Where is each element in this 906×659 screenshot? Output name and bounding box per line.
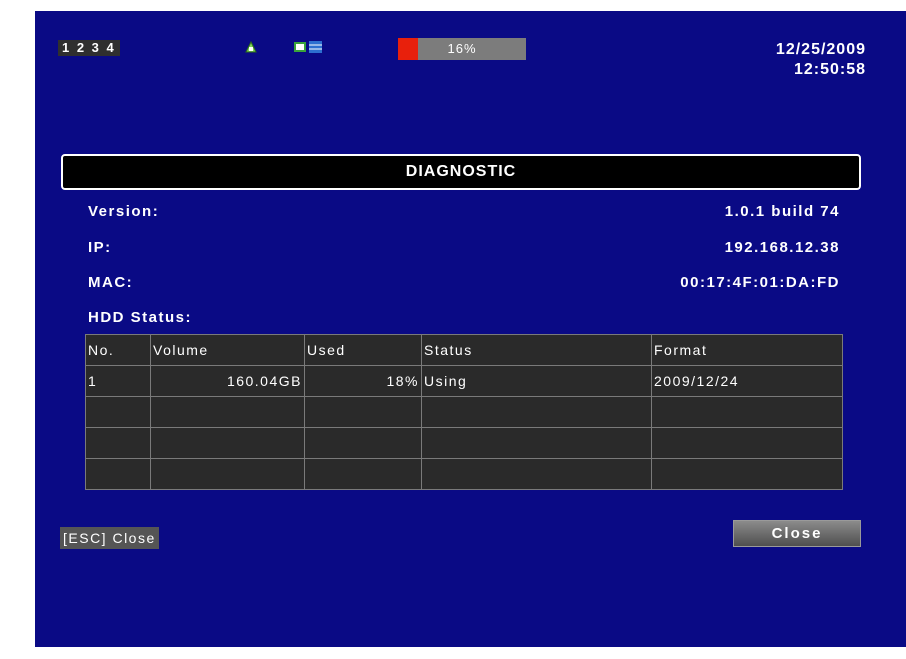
table-row: 1 160.04GB 18% Using 2009/12/24	[85, 365, 843, 397]
mac-label: MAC:	[88, 274, 134, 291]
cell-no	[85, 427, 151, 459]
cell-status	[421, 458, 652, 490]
datetime: 12/25/2009 12:50:58	[776, 40, 866, 80]
cell-format	[651, 427, 843, 459]
cell-volume	[150, 396, 305, 428]
network-icon	[245, 40, 257, 53]
dialog-header: DIAGNOSTIC	[61, 154, 861, 190]
cell-format: 2009/12/24	[651, 365, 843, 397]
ip-row: IP: 192.168.12.38	[88, 236, 840, 260]
cell-status	[421, 396, 652, 428]
col-header-volume: Volume	[150, 334, 305, 366]
version-row: Version: 1.0.1 build 74	[88, 200, 840, 224]
hdd-table-header: No. Volume Used Status Format	[85, 334, 843, 366]
cell-volume	[150, 427, 305, 459]
cell-used: 18%	[304, 365, 422, 397]
mac-value: 00:17:4F:01:DA:FD	[680, 274, 840, 291]
ip-value: 192.168.12.38	[724, 239, 840, 256]
ip-label: IP:	[88, 239, 112, 256]
dialog-title: DIAGNOSTIC	[405, 163, 517, 180]
hdd-usage-bar: 16%	[398, 38, 526, 60]
cell-no	[85, 458, 151, 490]
table-row	[85, 427, 843, 459]
col-header-format: Format	[651, 334, 843, 366]
record-icon	[294, 41, 322, 53]
cell-no	[85, 396, 151, 428]
cell-volume: 160.04GB	[150, 365, 305, 397]
col-header-status: Status	[421, 334, 652, 366]
cell-no: 1	[85, 365, 151, 397]
esc-close-hint: [ESC] Close	[60, 527, 159, 549]
cell-used	[304, 396, 422, 428]
close-button[interactable]: Close	[733, 520, 861, 547]
cell-volume	[150, 458, 305, 490]
hdd-status-label: HDD Status:	[88, 309, 193, 326]
version-value: 1.0.1 build 74	[724, 203, 840, 220]
channel-indicator: 1 2 3 4	[58, 40, 120, 56]
cell-status	[421, 427, 652, 459]
cell-used	[304, 427, 422, 459]
table-row	[85, 458, 843, 490]
col-header-no: No.	[85, 334, 151, 366]
date-text: 12/25/2009	[775, 41, 866, 58]
cell-used	[304, 458, 422, 490]
hdd-table: No. Volume Used Status Format 1 160.04GB…	[85, 334, 843, 490]
cell-status: Using	[421, 365, 652, 397]
col-header-used: Used	[304, 334, 422, 366]
cell-format	[651, 396, 843, 428]
cell-format	[651, 458, 843, 490]
mac-row: MAC: 00:17:4F:01:DA:FD	[88, 271, 840, 295]
time-text: 12:50:58	[793, 61, 866, 78]
version-label: Version:	[88, 203, 160, 220]
hdd-usage-text: 16%	[447, 41, 477, 56]
table-row	[85, 396, 843, 428]
